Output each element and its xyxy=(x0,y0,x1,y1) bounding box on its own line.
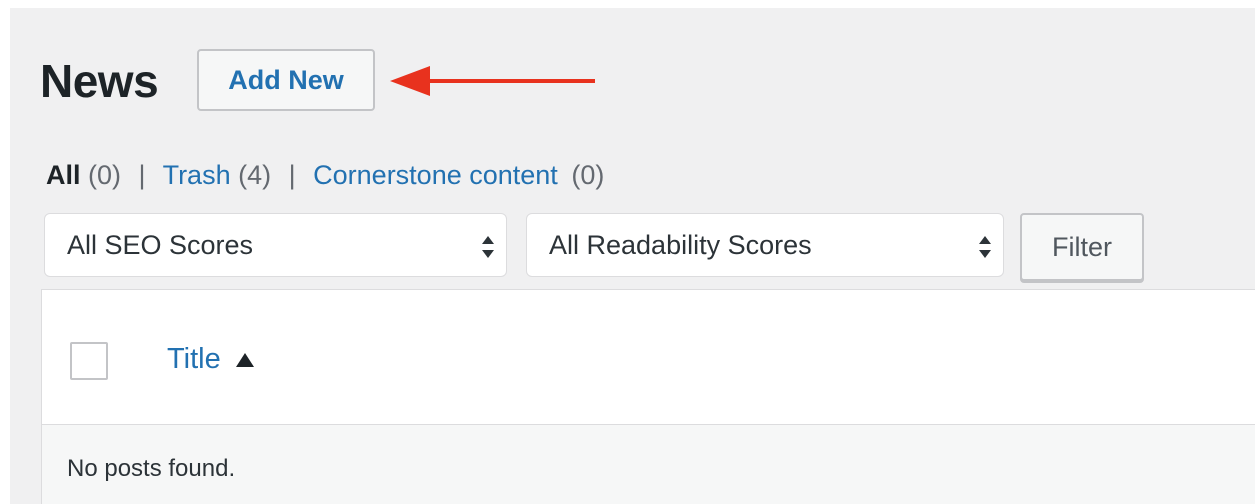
sort-ascending-icon xyxy=(235,352,254,367)
view-trash-link[interactable]: Trash xyxy=(163,160,231,190)
view-separator: | xyxy=(138,160,146,190)
view-separator: | xyxy=(288,160,296,190)
select-chevrons-icon xyxy=(979,236,991,258)
posts-table: Title No posts found. xyxy=(41,289,1255,504)
add-new-button[interactable]: Add New xyxy=(197,49,375,111)
select-all-checkbox[interactable] xyxy=(70,342,108,380)
readability-score-select-value: All Readability Scores xyxy=(549,229,812,260)
table-body: No posts found. xyxy=(42,425,1255,504)
view-all-label[interactable]: All xyxy=(46,160,81,190)
title-column-label: Title xyxy=(167,343,221,375)
readability-score-select[interactable]: All Readability Scores xyxy=(526,213,1004,277)
seo-score-select-value: All SEO Scores xyxy=(67,229,254,260)
page-title: News xyxy=(40,55,159,107)
view-all-count: (0) xyxy=(88,160,122,190)
no-posts-message: No posts found. xyxy=(67,455,236,482)
view-cornerstone-link[interactable]: Cornerstone content xyxy=(313,160,558,190)
annotation-arrow-icon xyxy=(390,66,595,96)
table-header: Title xyxy=(42,290,1255,425)
filter-button[interactable]: Filter xyxy=(1020,213,1144,281)
title-column-header[interactable]: Title xyxy=(167,343,255,376)
seo-score-select[interactable]: All SEO Scores xyxy=(44,213,507,277)
select-chevrons-icon xyxy=(482,236,494,258)
view-trash-count: (4) xyxy=(238,160,272,190)
view-filters: All (0) | Trash (4) | Cornerstone conten… xyxy=(46,160,604,191)
view-cornerstone-count: (0) xyxy=(571,160,605,190)
page-wrap: News Add New All (0) | Trash (4) | Corne… xyxy=(10,8,1255,504)
